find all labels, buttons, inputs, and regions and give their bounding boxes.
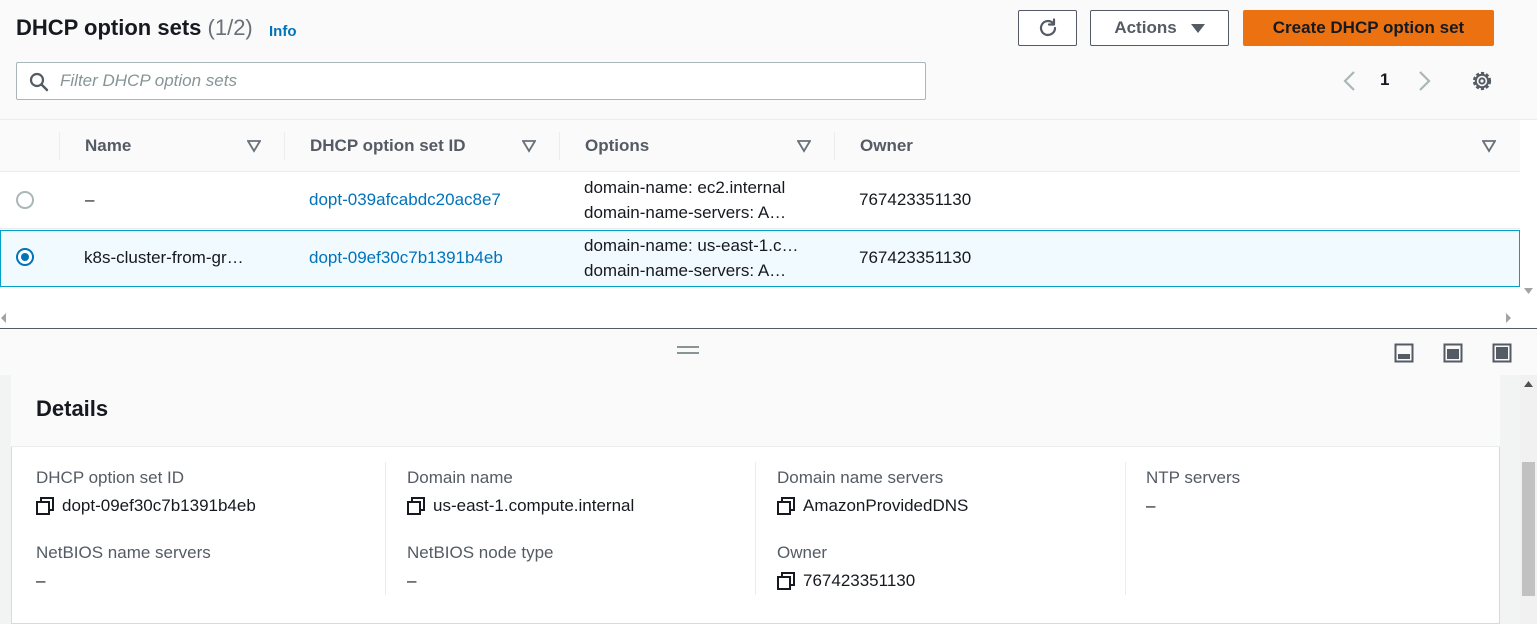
refresh-button[interactable] — [1018, 10, 1077, 46]
info-link[interactable]: Info — [269, 23, 297, 40]
table-row[interactable]: – dopt-039afcabdc20ac8e7 domain-name: ec… — [0, 172, 1520, 229]
option-set-id-value: dopt-09ef30c7b1391b4eb — [62, 496, 256, 515]
column-divider — [834, 132, 835, 160]
caret-down-icon — [1190, 23, 1205, 33]
copy-icon[interactable] — [777, 497, 795, 515]
drag-handle-icon[interactable] — [677, 346, 699, 354]
page-title-text: DHCP option sets — [16, 15, 202, 40]
netbios-name-servers-value: – — [36, 571, 46, 590]
sort-icon[interactable] — [247, 139, 261, 153]
actions-label: Actions — [1114, 18, 1177, 37]
panel-position-side-icon[interactable] — [1443, 343, 1463, 363]
column-divider — [1125, 462, 1126, 595]
create-dhcp-option-set-button[interactable]: Create DHCP option set — [1243, 10, 1494, 46]
row-owner: 767423351130 — [859, 248, 972, 267]
selection-count: (1/2) — [207, 15, 253, 40]
details-card-header — [11, 375, 1500, 447]
domain-name-servers-value: AmazonProvidedDNS — [803, 496, 969, 515]
owner-value: 767423351130 — [803, 571, 916, 590]
column-header-name[interactable]: Name — [85, 120, 131, 172]
copy-icon[interactable] — [407, 497, 425, 515]
row-name: k8s-cluster-from-gr… — [84, 248, 244, 267]
row-option-set-id-link[interactable]: dopt-039afcabdc20ac8e7 — [309, 190, 501, 210]
panel-position-full-icon[interactable] — [1492, 343, 1512, 363]
netbios-node-type-value: – — [407, 571, 417, 590]
column-divider — [755, 462, 756, 595]
chevron-left-icon[interactable] — [1340, 70, 1360, 92]
column-header-options[interactable]: Options — [585, 120, 649, 172]
column-divider — [559, 132, 560, 160]
row-option-line-1: domain-name: us-east-1.c… — [584, 236, 799, 255]
column-divider — [59, 132, 60, 160]
row-option-line-2: domain-name-servers: A… — [584, 261, 787, 280]
row-name: – — [85, 190, 95, 209]
option-set-id-label: DHCP option set ID — [36, 468, 185, 487]
domain-name-value: us-east-1.compute.internal — [433, 496, 635, 515]
copy-icon[interactable] — [777, 572, 795, 590]
table-horizontal-scrollbar[interactable] — [0, 308, 1520, 328]
current-page-number[interactable]: 1 — [1380, 70, 1389, 90]
table-vertical-scrollbar[interactable] — [1520, 120, 1537, 328]
scrollbar-thumb[interactable] — [1522, 462, 1535, 596]
page-title: DHCP option sets (1/2) — [16, 15, 253, 41]
row-owner: 767423351130 — [859, 190, 972, 209]
netbios-node-type-label: NetBIOS node type — [407, 543, 554, 562]
refresh-icon — [1039, 18, 1056, 37]
sort-icon[interactable] — [1482, 139, 1496, 153]
owner-label: Owner — [777, 543, 828, 562]
row-option-set-id-link[interactable]: dopt-09ef30c7b1391b4eb — [309, 248, 503, 268]
filter-box — [16, 62, 926, 100]
ntp-servers-value: – — [1146, 496, 1156, 515]
row-option-line-1: domain-name: ec2.internal — [584, 178, 786, 197]
row-radio-button[interactable] — [16, 191, 34, 209]
panel-position-bottom-icon[interactable] — [1394, 343, 1414, 363]
sort-icon[interactable] — [522, 139, 536, 153]
split-panel-toolbar — [0, 329, 1537, 375]
scroll-down-arrow-icon[interactable] — [1524, 286, 1533, 295]
scroll-left-arrow-icon[interactable] — [0, 313, 8, 323]
filter-input[interactable] — [60, 69, 900, 93]
table-column-headers: Name DHCP option set ID Options Owner — [0, 120, 1520, 172]
search-icon — [29, 72, 49, 92]
scroll-up-arrow-icon[interactable] — [1524, 380, 1533, 389]
column-divider — [385, 462, 386, 595]
scroll-right-arrow-icon[interactable] — [1504, 313, 1512, 323]
chevron-right-icon[interactable] — [1414, 70, 1434, 92]
gear-icon[interactable] — [1469, 68, 1495, 94]
column-header-id[interactable]: DHCP option set ID — [310, 120, 466, 172]
copy-icon[interactable] — [36, 497, 54, 515]
column-divider — [284, 132, 285, 160]
domain-name-servers-label: Domain name servers — [777, 468, 944, 487]
ntp-servers-label: NTP servers — [1146, 468, 1241, 487]
netbios-name-servers-label: NetBIOS name servers — [36, 543, 211, 562]
row-option-line-2: domain-name-servers: A… — [584, 203, 787, 222]
details-title: Details — [36, 396, 109, 421]
row-radio-button-checked[interactable] — [16, 248, 34, 266]
domain-name-label: Domain name — [407, 468, 513, 487]
sort-icon[interactable] — [797, 139, 811, 153]
actions-dropdown-button[interactable]: Actions — [1090, 10, 1229, 46]
table-row-selected[interactable]: k8s-cluster-from-gr… dopt-09ef30c7b1391b… — [0, 230, 1520, 287]
column-header-owner[interactable]: Owner — [860, 120, 913, 172]
